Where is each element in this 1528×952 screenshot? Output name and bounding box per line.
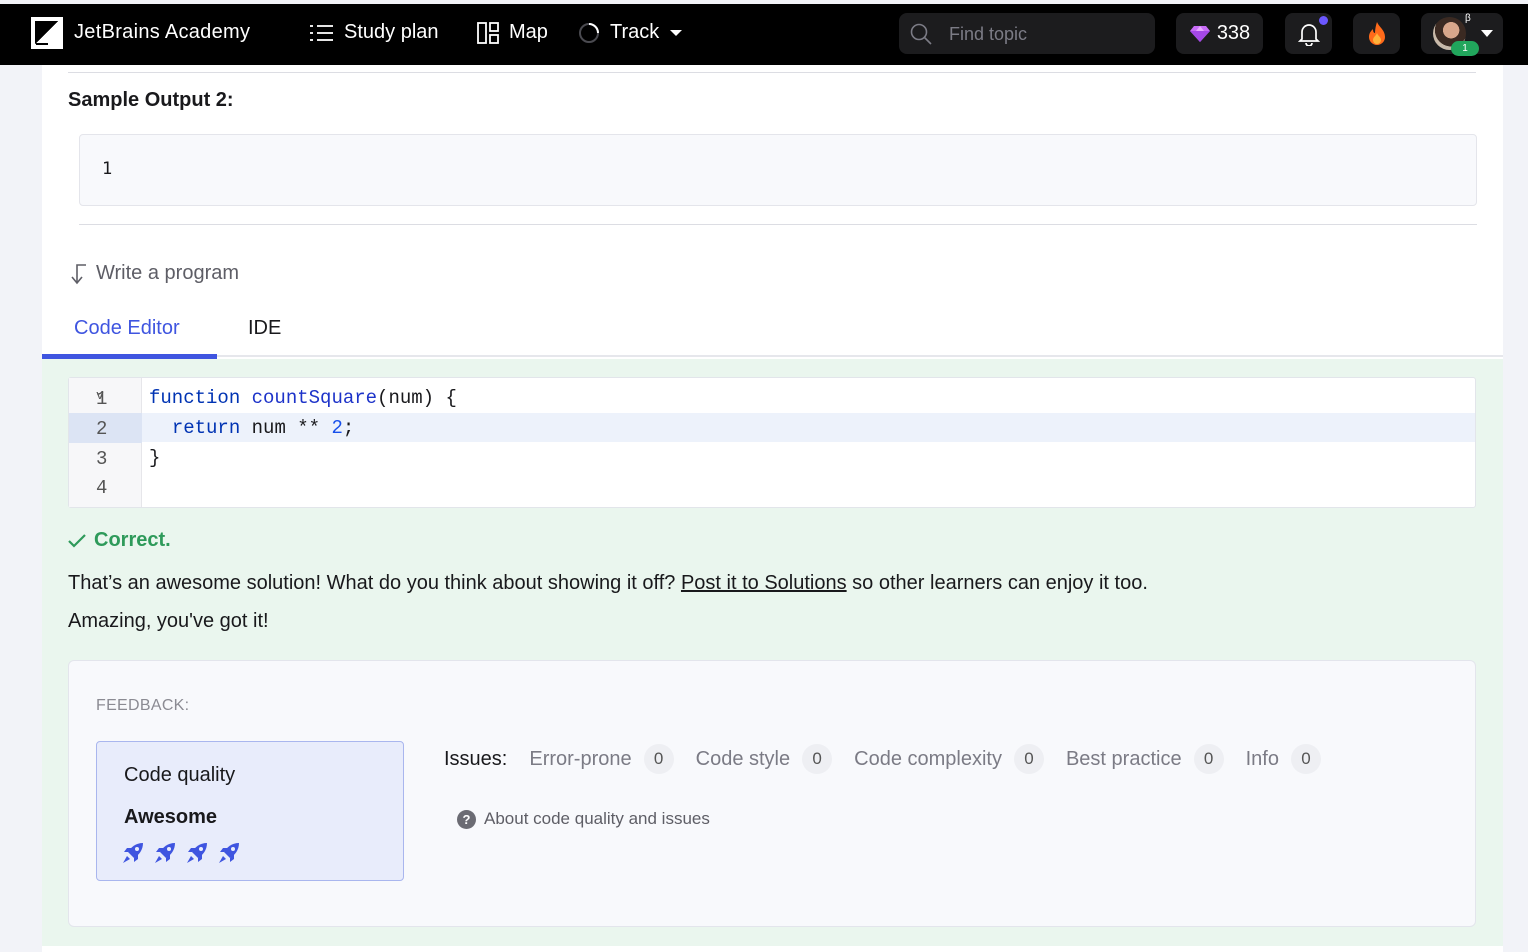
code-text: }	[149, 447, 161, 469]
search-icon	[910, 23, 932, 45]
code-line[interactable]: }	[149, 447, 160, 469]
issue-count-badge: 0	[643, 744, 674, 774]
fire-icon	[1368, 21, 1385, 45]
code-quality-card: Code quality Awesome	[96, 741, 404, 881]
notifications-button[interactable]	[1285, 13, 1332, 54]
code-keyword: function	[149, 387, 241, 409]
line-number: 3	[96, 448, 108, 470]
bell-icon	[1297, 23, 1320, 46]
issue-count-badge: 0	[1193, 744, 1224, 774]
brand-name[interactable]: JetBrains Academy	[74, 21, 250, 44]
rocket-icon	[123, 843, 143, 863]
result-message-2: Amazing, you've got it!	[68, 610, 269, 632]
sample-output-value: 1	[102, 159, 113, 179]
gems-counter[interactable]: 338	[1176, 13, 1263, 54]
return-arrow-icon	[71, 263, 86, 284]
progress-ring-icon	[579, 22, 599, 43]
search-bar[interactable]: Find topic	[899, 13, 1155, 54]
line-number: 4	[96, 477, 108, 499]
issue-code-style[interactable]: Code style 0	[696, 744, 833, 774]
rocket-icon	[155, 843, 175, 863]
divider	[79, 224, 1477, 225]
about-code-quality-text: About code quality and issues	[484, 809, 710, 828]
code-quality-title: Code quality	[124, 764, 236, 786]
sample-output-heading: Sample Output 2:	[68, 89, 234, 111]
streak-button[interactable]	[1353, 13, 1400, 54]
map-icon	[477, 21, 499, 44]
level-badge: 1	[1451, 41, 1479, 56]
beta-badge: β	[1465, 13, 1471, 24]
nav-track-label: Track	[610, 21, 660, 43]
gem-icon	[1189, 25, 1210, 42]
issue-code-complexity[interactable]: Code complexity 0	[854, 744, 1044, 774]
correct-status: Correct.	[68, 529, 171, 552]
tabs-divider	[42, 355, 1503, 357]
list-icon	[310, 24, 333, 41]
code-number: 2	[331, 417, 343, 439]
tab-code-editor[interactable]: Code Editor	[74, 317, 180, 340]
correct-status-text: Correct.	[94, 529, 171, 551]
result-message: That’s an awesome solution! What do you …	[68, 572, 1148, 594]
issues-label: Issues:	[444, 747, 508, 770]
tab-ide[interactable]: IDE	[248, 317, 281, 340]
nav-study-plan-label: Study plan	[344, 21, 439, 43]
rocket-icon	[187, 843, 207, 863]
checkmark-icon	[68, 533, 86, 548]
post-to-solutions-link[interactable]: Post it to Solutions	[681, 572, 847, 594]
issues-bar: Issues: Error-prone 0 Code style 0 Code co…	[444, 744, 1343, 774]
rocket-rating	[122, 842, 240, 864]
jetbrains-logo-icon[interactable]	[31, 17, 63, 49]
nav-study-plan[interactable]: Study plan	[310, 21, 439, 44]
chevron-down-icon	[670, 29, 683, 36]
rocket-icon	[219, 843, 239, 863]
top-navigation-bar: JetBrains Academy Study plan Map Track F…	[0, 4, 1528, 65]
divider	[68, 72, 1476, 73]
feedback-label: FEEDBACK:	[96, 697, 190, 714]
notification-dot	[1319, 16, 1328, 25]
code-text: num **	[240, 417, 332, 439]
code-function-name: countSquare	[251, 387, 378, 409]
issue-count-badge: 0	[1013, 744, 1044, 774]
feedback-panel: FEEDBACK: Code quality Awesome Issues: E…	[68, 660, 1476, 927]
code-line[interactable]: return num ** 2;	[149, 417, 354, 439]
profile-menu[interactable]: β 1	[1421, 13, 1503, 56]
task-card: Sample Output 2: 1 Write a program Code …	[42, 65, 1503, 952]
issue-best-practice[interactable]: Best practice 0	[1066, 744, 1224, 774]
code-editor[interactable]: v 1 2 3 4 function countSquare(num) { re…	[68, 377, 1476, 508]
code-text: ;	[342, 417, 355, 439]
help-icon: ?	[457, 809, 476, 829]
code-line[interactable]: function countSquare(num) {	[149, 387, 457, 409]
chevron-down-icon[interactable]	[1481, 30, 1493, 37]
sample-output-box: 1	[79, 134, 1477, 206]
write-program-text: Write a program	[96, 262, 240, 284]
code-text: (num) {	[377, 387, 457, 409]
nav-track[interactable]: Track	[578, 21, 683, 44]
issue-count-badge: 0	[802, 744, 833, 774]
result-panel: v 1 2 3 4 function countSquare(num) { re…	[42, 359, 1503, 946]
search-input[interactable]: Find topic	[949, 24, 1027, 45]
nav-map[interactable]: Map	[477, 21, 548, 44]
line-number: 2	[69, 413, 142, 443]
nav-map-label: Map	[509, 21, 548, 43]
issue-error-prone[interactable]: Error-prone 0	[529, 744, 674, 774]
line-number: v 1	[96, 388, 108, 410]
gems-count: 338	[1216, 22, 1251, 44]
code-keyword: return	[171, 417, 241, 439]
write-program-label: Write a program	[68, 262, 239, 285]
issue-count-badge: 0	[1290, 744, 1321, 774]
issue-info[interactable]: Info 0	[1246, 744, 1321, 774]
code-quality-value: Awesome	[124, 806, 218, 828]
about-code-quality-link[interactable]: ? About code quality and issues	[457, 809, 710, 829]
